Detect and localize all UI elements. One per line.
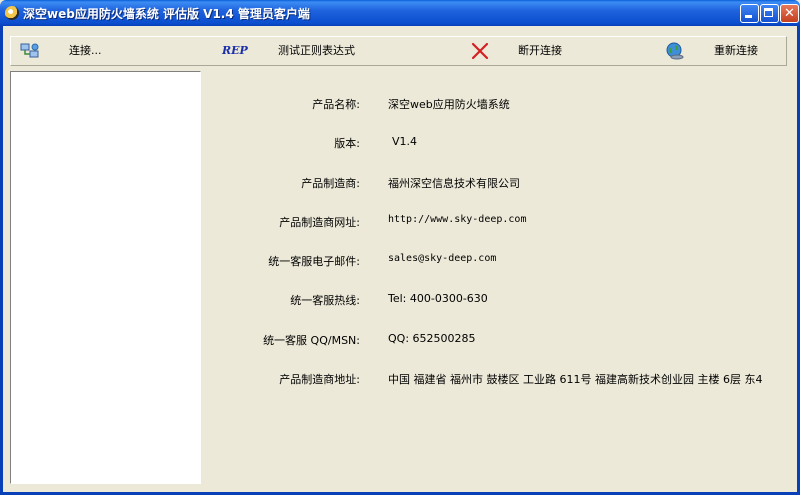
qq-label: 统一客服 QQ/MSN: bbox=[263, 334, 360, 347]
app-icon[interactable] bbox=[5, 6, 19, 20]
disconnect-label: 断开连接 bbox=[518, 44, 562, 57]
maximize-button[interactable] bbox=[760, 4, 779, 23]
product-name-label: 产品名称: bbox=[312, 98, 360, 111]
email-label: 统一客服电子邮件: bbox=[268, 255, 360, 268]
server-tree-panel[interactable] bbox=[10, 71, 201, 484]
website-value: http://www.sky-deep.com bbox=[388, 214, 527, 225]
hotline-value: Tel: 400-0300-630 bbox=[388, 292, 488, 305]
regex-test-label: 测试正则表达式 bbox=[278, 44, 355, 57]
email-value: sales@sky-deep.com bbox=[388, 253, 497, 264]
qq-value: QQ: 652500285 bbox=[388, 332, 476, 345]
close-button[interactable]: ✕ bbox=[780, 4, 799, 23]
disconnect-button[interactable]: 断开连接 bbox=[467, 37, 587, 65]
reconnect-button[interactable]: 重新连接 bbox=[663, 37, 781, 65]
close-icon: ✕ bbox=[784, 6, 795, 21]
minimize-button[interactable] bbox=[740, 4, 759, 23]
window-title: 深空web应用防火墙系统 评估版 V1.4 管理员客户端 bbox=[23, 7, 310, 21]
window-frame-left bbox=[0, 26, 3, 495]
manufacturer-value: 福州深空信息技术有限公司 bbox=[388, 177, 520, 190]
website-label: 产品制造商网址: bbox=[279, 216, 360, 229]
address-label: 产品制造商地址: bbox=[279, 373, 360, 386]
connect-button[interactable]: 连接... bbox=[17, 37, 127, 65]
rep-icon: REP bbox=[222, 44, 248, 57]
title-bar[interactable]: 深空web应用防火墙系统 评估版 V1.4 管理员客户端 ✕ bbox=[0, 0, 800, 26]
manufacturer-label: 产品制造商: bbox=[301, 177, 360, 190]
regex-test-button[interactable]: REP 测试正则表达式 bbox=[219, 37, 369, 65]
address-value: 中国 福建省 福州市 鼓楼区 工业路 611号 福建高新技术创业园 主楼 6层 … bbox=[388, 373, 763, 386]
network-connect-icon bbox=[20, 43, 39, 58]
version-value: V1.4 bbox=[392, 135, 418, 148]
globe-reconnect-icon bbox=[666, 42, 684, 60]
hotline-label: 统一客服热线: bbox=[290, 294, 360, 307]
minimize-icon bbox=[741, 5, 758, 22]
connect-label: 连接... bbox=[69, 44, 102, 57]
reconnect-label: 重新连接 bbox=[714, 44, 758, 57]
toolbar: 连接... REP 测试正则表达式 断开连接 重新连接 bbox=[10, 36, 787, 66]
disconnect-x-icon bbox=[471, 42, 489, 60]
version-label: 版本: bbox=[334, 137, 360, 150]
product-name-value: 深空web应用防火墙系统 bbox=[388, 98, 510, 111]
maximize-icon bbox=[761, 5, 778, 22]
